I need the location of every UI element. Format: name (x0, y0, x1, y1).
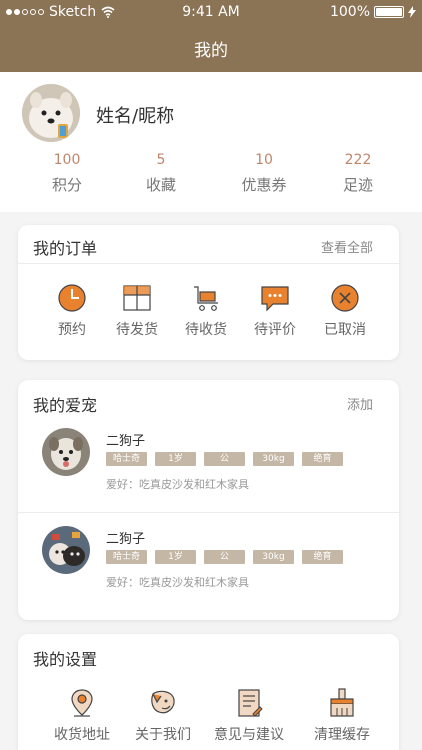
tag-gender: 公 (204, 452, 245, 466)
order-label: 待收货 (185, 322, 227, 338)
feedback-icon (238, 689, 263, 717)
pets-header: 我的爱宠 添加 (18, 380, 399, 418)
stat-label: 足迹 (342, 176, 373, 194)
divider (18, 263, 399, 264)
profile-name[interactable]: 姓名/昵称 (96, 102, 174, 128)
pet-name: 二狗子 (106, 532, 146, 547)
setting-label: 收货地址 (54, 727, 110, 743)
broom-icon (330, 688, 354, 717)
orders-title: 我的订单 (33, 239, 98, 258)
dog-photo-image (42, 428, 90, 476)
settings-card: 我的设置 收货地址 关于我们 意见与建议 清理缓存 (18, 634, 399, 750)
pet-avatar (42, 526, 90, 574)
pet-name: 二狗子 (106, 434, 146, 449)
pet-item[interactable]: 二狗子 哈士奇 1岁 公 30kg 绝育 爱好：吃真皮沙发和红木家具 (18, 418, 399, 508)
comment-icon (261, 286, 289, 312)
profile-section: 姓名/昵称 100 积分 5 收藏 10 优惠券 222 足迹 (0, 72, 422, 212)
dog-photo-image (42, 526, 90, 574)
pets-title: 我的爱宠 (33, 396, 98, 415)
battery-percent: 100% (329, 4, 370, 20)
order-label: 已取消 (324, 322, 366, 338)
stat-label: 收藏 (145, 176, 176, 194)
setting-clear-cache[interactable]: 清理缓存 (307, 688, 377, 744)
tag-gender: 公 (204, 550, 245, 564)
setting-label: 清理缓存 (314, 727, 370, 743)
location-icon (71, 689, 93, 717)
order-cancelled[interactable]: 已取消 (310, 283, 380, 339)
settings-header: 我的设置 (18, 634, 399, 672)
tag-weight: 30kg (253, 550, 294, 564)
stats-row: 100 积分 5 收藏 10 优惠券 222 足迹 (0, 152, 422, 202)
order-label: 预约 (58, 322, 86, 338)
page-title: 我的 (194, 41, 228, 61)
pet-hobby: 爱好：吃真皮沙发和红木家具 (106, 576, 249, 589)
tag-breed: 哈士奇 (106, 550, 147, 564)
order-pending-receive[interactable]: 待收货 (171, 283, 241, 339)
status-right: 100% (330, 4, 416, 20)
order-label: 待评价 (254, 322, 296, 338)
cart-icon (194, 286, 218, 311)
pet-item[interactable]: 二狗子 哈士奇 1岁 公 30kg 绝育 爱好：吃真皮沙发和红木家具 (18, 516, 399, 606)
setting-label: 关于我们 (135, 727, 191, 743)
stat-value: 10 (255, 152, 273, 168)
avatar[interactable] (22, 84, 80, 142)
stat-value: 100 (53, 152, 81, 168)
pet-hobby: 爱好：吃真皮沙发和红木家具 (106, 478, 249, 491)
stat-footprints[interactable]: 222 足迹 (308, 152, 408, 195)
dog-avatar-image (22, 84, 80, 142)
pet-avatar (42, 428, 90, 476)
settings-title: 我的设置 (33, 650, 98, 669)
tag-age: 1岁 (155, 452, 196, 466)
stat-value: 222 (344, 152, 372, 168)
clock-icon (58, 284, 86, 312)
tag-neutered: 绝育 (302, 452, 343, 466)
pet-tags: 哈士奇 1岁 公 30kg 绝育 (106, 550, 343, 564)
tag-neutered: 绝育 (302, 550, 343, 564)
divider (18, 512, 399, 513)
pets-card: 我的爱宠 添加 二狗子 哈士奇 1岁 公 30kg 绝育 爱好：吃真皮沙发和红木… (18, 380, 399, 620)
add-pet-button[interactable]: 添加 (347, 394, 373, 413)
charging-icon (408, 6, 416, 18)
app-header: Sketch 9:41 AM 100% 我的 (0, 0, 422, 72)
stat-label: 积分 (51, 176, 82, 194)
box-icon (123, 285, 151, 311)
stat-points[interactable]: 100 积分 (17, 152, 117, 195)
order-pending-ship[interactable]: 待发货 (102, 283, 172, 339)
status-bar: Sketch 9:41 AM 100% (0, 0, 422, 24)
setting-label: 意见与建议 (214, 727, 284, 743)
tag-age: 1岁 (155, 550, 196, 564)
tag-breed: 哈士奇 (106, 452, 147, 466)
orders-header: 我的订单 查看全部 (18, 225, 399, 263)
order-pending-review[interactable]: 待评价 (240, 283, 310, 339)
battery-icon (374, 6, 404, 18)
orders-card: 我的订单 查看全部 预约 待发货 待收货 待评价 已取消 (18, 225, 399, 360)
setting-address[interactable]: 收货地址 (47, 688, 117, 744)
order-label: 待发货 (116, 322, 158, 338)
stat-coupons[interactable]: 10 优惠券 (214, 152, 314, 195)
order-reserve[interactable]: 预约 (37, 283, 107, 339)
tag-weight: 30kg (253, 452, 294, 466)
stat-value: 5 (156, 152, 166, 168)
view-all-orders-link[interactable]: 查看全部 (321, 237, 373, 256)
setting-feedback[interactable]: 意见与建议 (214, 688, 284, 744)
pet-tags: 哈士奇 1岁 公 30kg 绝育 (106, 452, 343, 466)
cancel-icon (331, 284, 359, 312)
pet-head-icon (151, 690, 175, 714)
setting-about[interactable]: 关于我们 (128, 688, 198, 744)
stat-favorites[interactable]: 5 收藏 (111, 152, 211, 195)
stat-label: 优惠券 (241, 176, 287, 194)
